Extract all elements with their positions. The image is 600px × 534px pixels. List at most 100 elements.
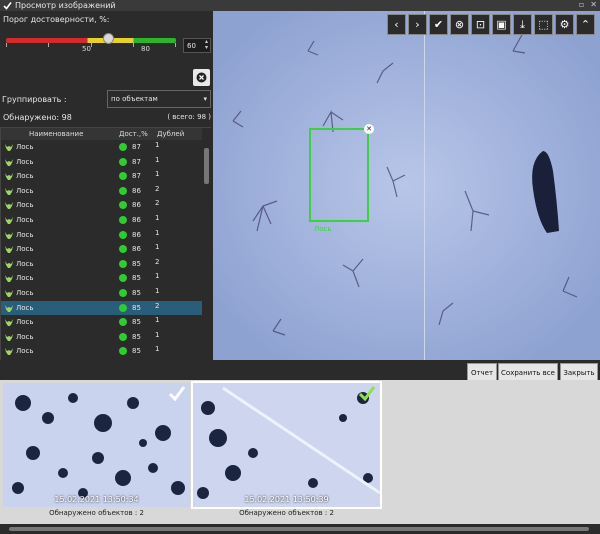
moose-icon (5, 202, 13, 210)
thumbnail-item[interactable]: 15.02.2021 13:50:34 (3, 383, 190, 507)
table-row[interactable]: Лось 86 1 (1, 242, 210, 257)
confidence-status-icon (119, 288, 127, 297)
confidence-status-icon (119, 230, 127, 239)
tick-label-80: 80 (141, 45, 150, 53)
row-name: Лось (16, 230, 34, 239)
save-button[interactable]: ▣ (492, 14, 511, 35)
detections-table: Наименование Дост.,% Дублей Лось 87 1 Лось 8… (0, 127, 211, 362)
thumbnail-timestamp: 15.02.2021 13:50:34 (54, 495, 139, 504)
thumbnail-image[interactable] (191, 381, 382, 509)
table-row[interactable]: Лось 86 1 (1, 213, 210, 228)
table-row[interactable]: Лось 85 1 (1, 344, 210, 359)
select-button[interactable]: ⬚ (534, 14, 553, 35)
table-row[interactable]: Лось 87 1 (1, 169, 210, 184)
row-duplicates: 1 (155, 243, 160, 252)
settings-button[interactable]: ⚙ (555, 14, 574, 35)
row-name: Лось (16, 172, 34, 181)
moose-icon (5, 319, 13, 327)
row-confidence: 87 (132, 143, 141, 151)
column-duplicates[interactable]: Дублей (157, 130, 184, 138)
row-duplicates: 1 (155, 286, 160, 295)
group-select-value: по объектам (111, 95, 158, 103)
confidence-status-icon (119, 259, 127, 268)
moose-icon (5, 246, 13, 254)
group-label: Группировать : (2, 95, 67, 104)
confidence-status-icon (119, 186, 127, 195)
row-name: Лось (16, 143, 34, 151)
table-row[interactable]: Лось 86 1 (1, 228, 210, 243)
close-circle-icon: ⊗ (454, 18, 465, 31)
thumbnail-scrollbar[interactable] (0, 524, 600, 534)
confidence-status-icon (119, 274, 127, 283)
row-name: Лось (16, 186, 34, 195)
download-button[interactable]: ⤓ (513, 14, 532, 35)
row-duplicates: 1 (155, 316, 160, 325)
table-row[interactable]: Лось 85 2 (1, 257, 210, 272)
confidence-status-icon (119, 245, 127, 254)
confidence-status-icon (119, 318, 127, 327)
fit-button[interactable]: ⊡ (471, 14, 490, 35)
moose-icon (5, 348, 13, 356)
close-icon[interactable]: ✕ (590, 0, 597, 9)
table-row[interactable]: Лось 86 2 (1, 184, 210, 199)
table-row[interactable]: Лось 87 1 (1, 155, 210, 170)
row-name: Лось (16, 274, 34, 283)
table-vertical-scrollbar[interactable] (202, 128, 211, 361)
table-row[interactable]: Лось 87 1 (1, 140, 210, 155)
title-bar: Просмотр изображений ▫ ✕ (0, 0, 600, 11)
row-duplicates: 1 (155, 155, 160, 164)
row-confidence: 85 (132, 347, 141, 356)
spin-arrows-icon[interactable]: ▴ ▾ (205, 39, 208, 51)
chevron-right-icon: › (415, 18, 420, 31)
confirm-button[interactable]: ✔ (429, 14, 448, 35)
check-icon (2, 1, 12, 11)
row-duplicates: 2 (155, 199, 160, 208)
image-viewer[interactable] (213, 11, 600, 360)
table-row-selected[interactable]: Лось 85 2 (1, 300, 210, 316)
check-icon (358, 386, 376, 401)
reject-button[interactable]: ⊗ (450, 14, 469, 35)
collapse-button[interactable]: ⌃ (576, 14, 595, 35)
thumbnail-item-selected[interactable]: 15.02.2021 13:50:39 (191, 381, 382, 509)
confidence-status-icon (119, 303, 127, 312)
group-select[interactable]: по объектам ▾ (107, 90, 211, 108)
row-name: Лось (16, 245, 34, 254)
next-button[interactable]: › (408, 14, 427, 35)
moose-icon (5, 289, 13, 297)
confidence-status-icon (119, 347, 127, 356)
table-row[interactable]: Лось 85 1 (1, 315, 210, 330)
moose-icon (5, 187, 13, 195)
thumbnail-caption: Обнаружено объектов : 2 (239, 509, 334, 517)
table-row[interactable]: Лось 85 1 (1, 271, 210, 286)
prev-button[interactable]: ‹ (387, 14, 406, 35)
tick-label-50: 50 (82, 45, 91, 53)
table-row[interactable]: Лось 85 1 (1, 330, 210, 345)
table-row[interactable]: Лось 86 2 (1, 198, 210, 213)
table-row[interactable]: Лось 85 1 (1, 286, 210, 301)
confidence-status-icon (119, 201, 127, 210)
row-confidence: 86 (132, 186, 141, 195)
moose-icon (5, 231, 13, 239)
row-name: Лось (16, 303, 34, 312)
moose-icon (5, 304, 13, 312)
moose-icon (5, 173, 13, 181)
column-confidence[interactable]: Дост.,% (119, 130, 148, 138)
detection-close-icon[interactable]: ✕ (364, 124, 374, 134)
thumbnail-image[interactable] (3, 383, 190, 507)
aerial-snow-image (213, 11, 600, 360)
moose-icon (5, 216, 13, 224)
row-confidence: 86 (132, 201, 141, 210)
column-name[interactable]: Наименование (29, 130, 83, 138)
moose-icon (5, 333, 13, 341)
thumbnail-timestamp: 15.02.2021 13:50:39 (244, 495, 329, 504)
detection-box[interactable] (309, 128, 369, 222)
threshold-spinbox[interactable]: 60 ▴ ▾ (183, 38, 211, 53)
confidence-status-icon (119, 143, 127, 151)
restore-icon[interactable]: ▫ (579, 0, 584, 9)
thumbnail-strip: 15.02.2021 13:50:34 Обнаружено объектов … (0, 380, 600, 524)
split-divider (424, 11, 425, 360)
detection-label: Лось (314, 225, 332, 233)
row-duplicates: 1 (155, 228, 160, 237)
row-confidence: 85 (132, 288, 141, 297)
clear-filter-button[interactable] (193, 69, 210, 86)
